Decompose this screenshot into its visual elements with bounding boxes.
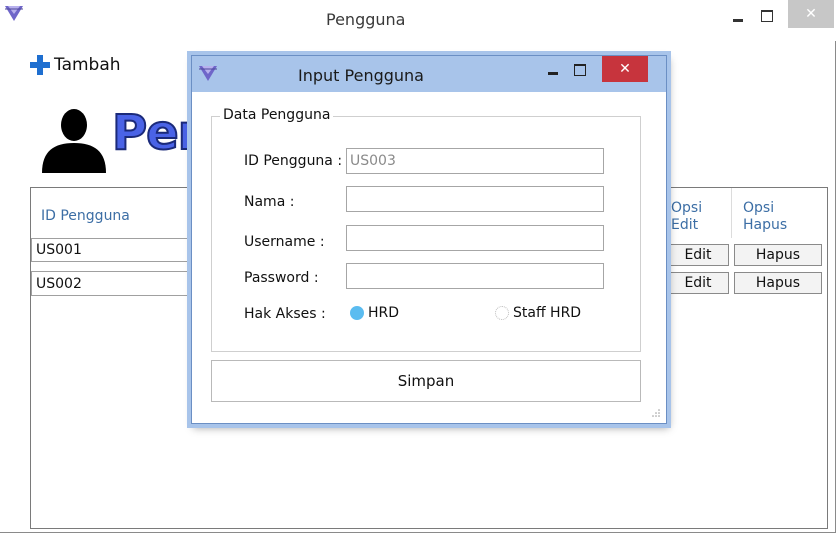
username-field[interactable] xyxy=(346,225,604,251)
main-titlebar[interactable]: Pengguna ✕ xyxy=(0,0,836,41)
password-label: Password : xyxy=(244,270,319,286)
dialog-titlebar[interactable]: Input Pengguna ✕ xyxy=(192,56,666,92)
nama-field[interactable] xyxy=(346,186,604,212)
radio-hrd[interactable]: HRD xyxy=(350,303,399,323)
table-row-id-cell[interactable]: US002 xyxy=(31,271,193,296)
radio-staff-hrd[interactable]: Staff HRD xyxy=(495,303,581,323)
input-pengguna-dialog: Input Pengguna ✕ Data Pengguna ID Penggu… xyxy=(191,55,667,424)
id-pengguna-label: ID Pengguna : xyxy=(244,153,343,169)
column-header-opsi-edit[interactable]: Opsi Edit xyxy=(671,200,719,234)
tambah-button[interactable]: Tambah xyxy=(30,52,121,78)
main-maximize-button[interactable] xyxy=(755,6,779,26)
radio-hrd-label: HRD xyxy=(368,305,400,321)
maximize-icon xyxy=(761,10,773,22)
resize-grip-icon[interactable] xyxy=(650,407,660,417)
simpan-button[interactable]: Simpan xyxy=(211,360,641,402)
radio-staff-hrd-label: Staff HRD xyxy=(513,305,582,321)
table-row-id-cell[interactable]: US001 xyxy=(31,238,193,262)
data-pengguna-group: Data Pengguna ID Pengguna : Nama : Usern… xyxy=(211,107,641,352)
dialog-close-button[interactable]: ✕ xyxy=(602,56,648,82)
hak-akses-label: Hak Akses : xyxy=(244,306,326,322)
close-icon: ✕ xyxy=(805,6,817,22)
edit-button[interactable]: Edit xyxy=(667,272,729,294)
id-pengguna-field[interactable] xyxy=(346,148,604,174)
edit-button[interactable]: Edit xyxy=(667,244,729,266)
close-icon: ✕ xyxy=(619,61,631,77)
column-header-id-pengguna[interactable]: ID Pengguna xyxy=(41,208,130,224)
column-divider xyxy=(731,188,732,238)
dialog-body: Data Pengguna ID Pengguna : Nama : Usern… xyxy=(194,92,664,421)
username-label: Username : xyxy=(244,234,325,250)
dialog-maximize-button[interactable] xyxy=(569,60,591,80)
column-header-opsi-hapus[interactable]: Opsi Hapus xyxy=(743,200,803,234)
main-minimize-button[interactable] xyxy=(726,6,750,26)
dialog-diamond-icon xyxy=(199,66,217,81)
dialog-title: Input Pengguna xyxy=(298,66,424,85)
minimize-icon xyxy=(548,71,558,75)
radio-selected-icon xyxy=(350,306,364,320)
radio-unselected-icon xyxy=(495,306,509,320)
dialog-minimize-button[interactable] xyxy=(542,60,564,80)
nama-label: Nama : xyxy=(244,194,295,210)
hapus-button[interactable]: Hapus xyxy=(734,272,822,294)
tambah-label: Tambah xyxy=(54,55,121,75)
user-silhouette-icon xyxy=(42,109,106,173)
maximize-icon xyxy=(574,64,586,76)
plus-icon xyxy=(30,55,50,75)
hapus-button[interactable]: Hapus xyxy=(734,244,822,266)
main-close-button[interactable]: ✕ xyxy=(788,0,834,28)
main-window-title: Pengguna xyxy=(326,10,406,29)
minimize-icon xyxy=(733,18,743,22)
password-field[interactable] xyxy=(346,263,604,289)
app-diamond-icon xyxy=(5,6,23,21)
group-title: Data Pengguna xyxy=(220,107,334,123)
